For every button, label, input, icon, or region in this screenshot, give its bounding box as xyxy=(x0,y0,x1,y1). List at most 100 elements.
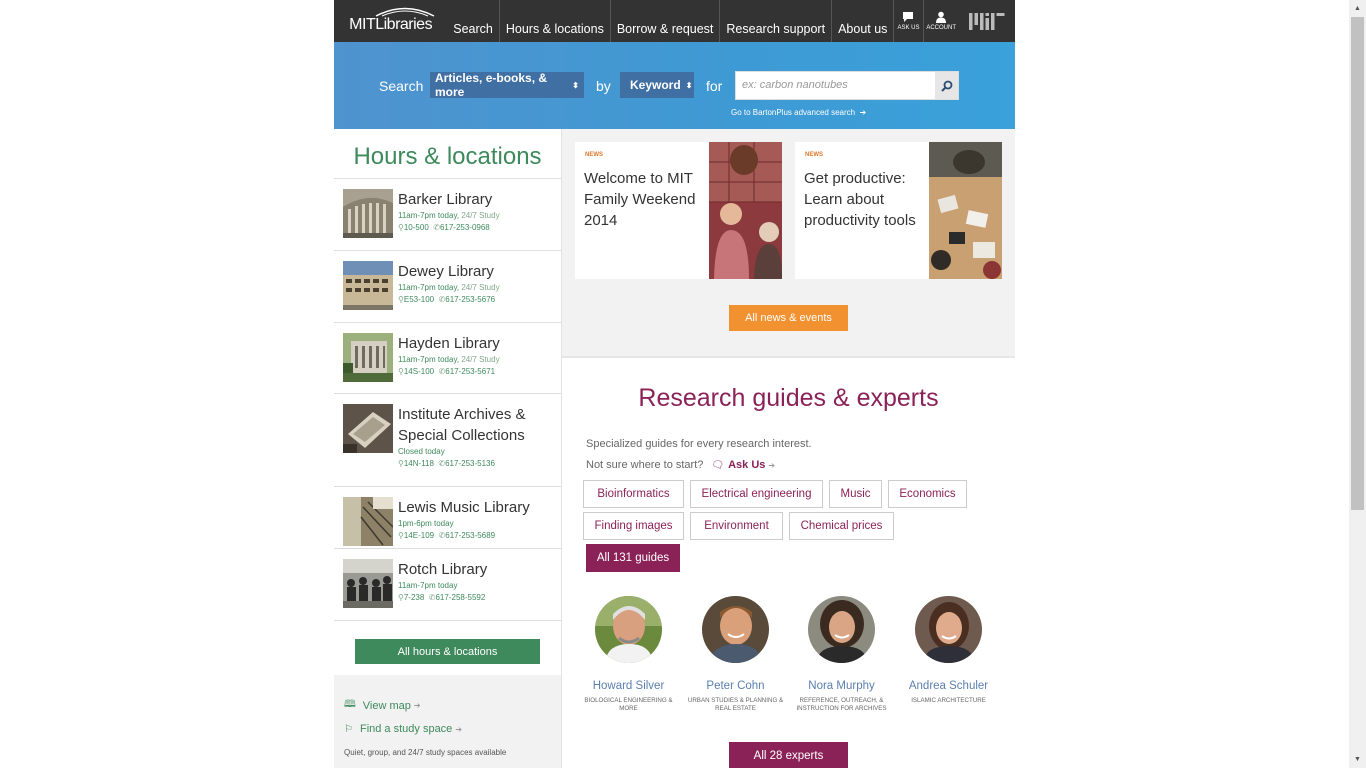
mit-libraries-logo[interactable]: MITLibraries xyxy=(334,0,447,42)
expert-card[interactable]: Nora Murphy REFERENCE, OUTREACH, & INSTR… xyxy=(789,596,894,713)
news-card[interactable]: NEWS Welcome to MIT Family Weekend 2014 xyxy=(575,142,782,279)
library-info: Rotch Library 11am-7pm today ⚲7-238 ✆617… xyxy=(398,559,552,610)
scroll-down-icon[interactable]: ▼ xyxy=(1349,751,1366,768)
chat-bubble-icon xyxy=(903,12,914,22)
archives-photo xyxy=(343,404,393,453)
nav-about-us[interactable]: About us xyxy=(831,0,893,42)
chat-bubble-icon: 🗨 xyxy=(711,459,725,471)
nav-research-support[interactable]: Research support xyxy=(719,0,831,42)
news-area: NEWS Welcome to MIT Family Weekend 2014 … xyxy=(562,129,1015,358)
library-hours: 1pm-6pm today xyxy=(398,519,454,528)
guide-tag-environment[interactable]: Environment xyxy=(690,512,783,540)
advanced-search-text: Go to BartonPlus advanced search xyxy=(731,108,856,117)
mit-logo-icon xyxy=(968,13,1005,30)
library-info: Barker Library 11am-7pm today, 24/7 Stud… xyxy=(398,189,552,240)
guide-tag-electrical-engineering[interactable]: Electrical engineering xyxy=(690,480,823,508)
nav-borrow-request[interactable]: Borrow & request xyxy=(609,0,720,42)
expert-subject: BIOLOGICAL ENGINEERING & MORE xyxy=(584,697,673,712)
expert-avatar xyxy=(915,596,982,663)
arrow-right-icon: ➔ xyxy=(413,701,421,710)
expert-subject: URBAN STUDIES & PLANNING & REAL ESTATE xyxy=(687,697,784,712)
search-input[interactable]: ex: carbon nanotubes xyxy=(735,71,959,100)
expert-card[interactable]: Peter Cohn URBAN STUDIES & PLANNING & RE… xyxy=(683,596,788,713)
library-item-rotch[interactable]: Rotch Library 11am-7pm today ⚲7-238 ✆617… xyxy=(334,549,561,621)
expert-name: Howard Silver xyxy=(592,680,665,692)
all-news-button[interactable]: All news & events xyxy=(729,305,848,331)
updown-arrow-icon: ⬍ xyxy=(685,80,693,90)
lewis-music-library-photo xyxy=(343,497,393,546)
map-study-panel: 🕮 View map ➔ ⚐ Find a study space ➔ Quie… xyxy=(334,675,561,768)
news-tag: NEWS xyxy=(585,152,603,158)
expert-card[interactable]: Howard Silver BIOLOGICAL ENGINEERING & M… xyxy=(576,596,681,713)
news-tag: NEWS xyxy=(805,152,823,158)
research-title: Research guides & experts xyxy=(638,384,939,412)
by-label: by xyxy=(596,78,611,94)
library-info: Dewey Library 11am-7pm today, 24/7 Study… xyxy=(398,261,552,312)
library-info: Lewis Music Library 1pm-6pm today ⚲14E-1… xyxy=(398,497,552,540)
nav-ask-us[interactable]: ASK US xyxy=(893,0,922,42)
hours-locations-panel: Hours & locations Barker Library 11am-7p… xyxy=(334,129,562,768)
expert-name: Peter Cohn xyxy=(706,680,765,692)
library-item-barker[interactable]: Barker Library 11am-7pm today, 24/7 Stud… xyxy=(334,179,561,251)
library-location: ⚲E53-100 ✆617-253-5676 xyxy=(398,295,496,304)
guide-tag-music[interactable]: Music xyxy=(829,480,882,508)
library-item-lewis-music[interactable]: Lewis Music Library 1pm-6pm today ⚲14E-1… xyxy=(334,487,561,549)
expert-name: Andrea Schuler xyxy=(908,680,989,692)
page: MITLibraries Search Hours & locations Bo… xyxy=(334,0,1015,768)
library-location: ⚲10-500 ✆617-253-0968 xyxy=(398,223,490,232)
guide-tag-bioinformatics[interactable]: Bioinformatics xyxy=(583,480,684,508)
expert-card[interactable]: Andrea Schuler ISLAMIC ARCHITECTURE xyxy=(896,596,1001,705)
barker-library-photo xyxy=(343,189,393,238)
guide-tag-economics[interactable]: Economics xyxy=(888,480,967,508)
guide-tag-chemical-prices[interactable]: Chemical prices xyxy=(789,512,894,540)
library-hours: 11am-7pm today, 24/7 Study xyxy=(398,211,500,220)
search-field-select[interactable]: Keyword ⬍ xyxy=(620,72,694,98)
library-location: ⚲14N-118 ✆617-253-5136 xyxy=(398,459,495,468)
search-scope-select[interactable]: Articles, e-books, & more ⬍ xyxy=(430,71,584,99)
logo-text: MITLibraries xyxy=(349,16,433,33)
library-hours: Closed today xyxy=(398,447,445,456)
expert-avatar xyxy=(702,596,769,663)
library-name: Lewis Music Library xyxy=(398,499,530,516)
search-scope-value: Articles, e-books, & more xyxy=(435,71,548,99)
all-experts-button[interactable]: All 28 experts xyxy=(729,742,848,768)
library-info: Institute Archives & Special Collections… xyxy=(398,404,552,476)
scrollbar[interactable]: ▲ ▼ xyxy=(1349,0,1366,768)
arrow-right-icon: ➔ xyxy=(768,460,776,470)
ask-us-label: ASK US xyxy=(897,25,920,31)
expert-avatar xyxy=(808,596,875,663)
user-icon xyxy=(936,11,947,23)
hours-title: Hours & locations xyxy=(334,129,561,179)
top-nav: MITLibraries Search Hours & locations Bo… xyxy=(334,0,1015,42)
mit-logo[interactable] xyxy=(959,0,1015,42)
scrollbar-thumb[interactable] xyxy=(1351,17,1364,510)
library-info: Hayden Library 11am-7pm today, 24/7 Stud… xyxy=(398,333,552,383)
library-name: Barker Library xyxy=(398,191,493,208)
nav-search[interactable]: Search xyxy=(447,0,499,42)
nav-hours-locations[interactable]: Hours & locations xyxy=(498,0,610,42)
view-map-link[interactable]: 🕮 View map ➔ xyxy=(344,697,421,714)
rotch-library-photo xyxy=(343,559,393,608)
library-item-archives[interactable]: Institute Archives & Special Collections… xyxy=(334,394,561,487)
news-headline: Get productive: Learn about productivity… xyxy=(804,170,916,229)
search-button[interactable] xyxy=(935,72,958,99)
expert-name: Nora Murphy xyxy=(808,680,875,692)
news-card[interactable]: NEWS Get productive: Learn about product… xyxy=(795,142,1002,279)
scroll-up-icon[interactable]: ▲ xyxy=(1349,0,1366,17)
study-space-link[interactable]: ⚐ Find a study space ➔ xyxy=(344,723,462,735)
search-field-value: Keyword xyxy=(630,78,681,92)
library-item-dewey[interactable]: Dewey Library 11am-7pm today, 24/7 Study… xyxy=(334,251,561,323)
library-name: Rotch Library xyxy=(398,561,488,578)
library-location: ⚲14S-100 ✆617-253-5671 xyxy=(398,367,496,376)
ask-us-link[interactable]: Ask Us xyxy=(728,459,765,471)
study-space-note: Quiet, group, and 24/7 study spaces avai… xyxy=(344,748,507,757)
guide-tag-finding-images[interactable]: Finding images xyxy=(583,512,684,540)
advanced-search-link[interactable]: Go to BartonPlus advanced search ➔ xyxy=(731,108,866,117)
nav-account[interactable]: ACCOUNT xyxy=(922,0,959,42)
expert-subject: REFERENCE, OUTREACH, & INSTRUCTION FOR A… xyxy=(796,697,887,712)
all-hours-button[interactable]: All hours & locations xyxy=(355,639,540,664)
library-item-hayden[interactable]: Hayden Library 11am-7pm today, 24/7 Stud… xyxy=(334,323,561,394)
library-hours: 11am-7pm today xyxy=(398,581,458,590)
ask-us-prompt: Not sure where to start? 🗨 Ask Us ➔ xyxy=(586,459,775,471)
all-guides-button[interactable]: All 131 guides xyxy=(586,544,680,572)
